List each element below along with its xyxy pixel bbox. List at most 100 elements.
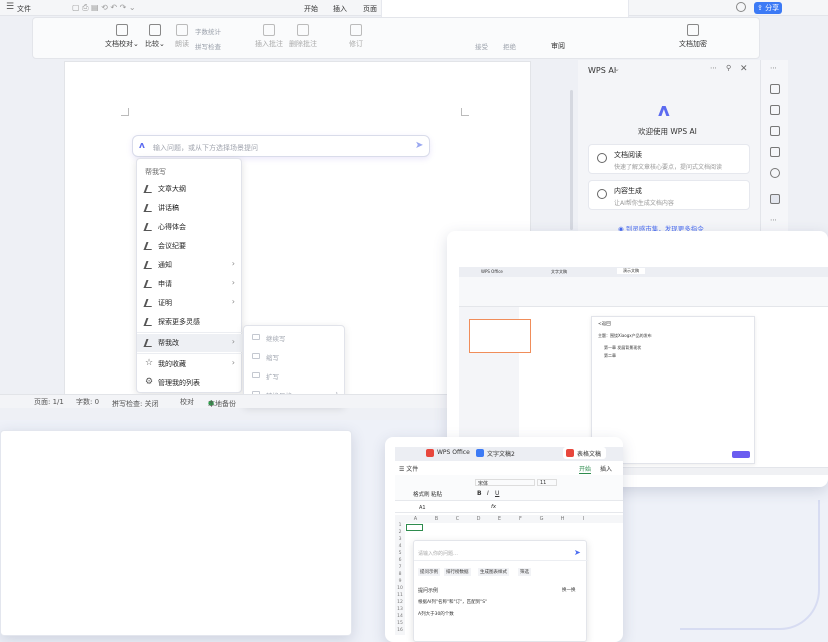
row-header[interactable]: 8: [395, 572, 405, 579]
ai-prompt-input[interactable]: ᴧ 输入问题，或从下方选择场景提问 ➤: [132, 135, 430, 157]
row-header[interactable]: 3: [395, 537, 405, 544]
row-header[interactable]: 4: [395, 544, 405, 551]
card-content-generation[interactable]: 内容生成 让AI帮你生成文档内容: [588, 180, 750, 210]
tab-presentation[interactable]: 演示文稿: [617, 268, 645, 274]
menu-item-manage-list[interactable]: ⚙ 管理我的列表: [137, 374, 243, 392]
menu-icon[interactable]: ☰: [6, 2, 14, 12]
bold-button[interactable]: B: [477, 490, 482, 497]
back-link[interactable]: <返回: [598, 321, 611, 327]
proofread-button[interactable]: 文档校对⌄: [105, 22, 139, 49]
format-painter-button[interactable]: 格式刷: [413, 490, 430, 498]
cloud-icon[interactable]: [736, 2, 746, 12]
row-header[interactable]: 6: [395, 558, 405, 565]
more-icon[interactable]: ⋯: [770, 216, 777, 224]
tab-writer[interactable]: 文字文稿: [551, 269, 567, 275]
menu-item-certificate[interactable]: 证明 ›: [137, 294, 243, 312]
reject-button[interactable]: 拒绝: [503, 41, 516, 51]
file-menu[interactable]: ☰ 文件: [399, 464, 418, 473]
menu-item-minutes[interactable]: 会议纪要: [137, 237, 243, 255]
chevron-down-icon[interactable]: ⌄: [614, 65, 620, 73]
row-header[interactable]: 14: [395, 614, 405, 621]
tab-spreadsheet[interactable]: 表格文稿: [563, 447, 607, 459]
chip[interactable]: 提问示例: [418, 568, 440, 576]
adjust-icon[interactable]: [770, 126, 780, 136]
more-icon[interactable]: ⋯: [710, 64, 717, 72]
selected-cell[interactable]: [406, 524, 423, 531]
scrollbar[interactable]: [570, 90, 573, 230]
tab-insert[interactable]: 插入: [600, 464, 612, 473]
row-header[interactable]: 12: [395, 600, 405, 607]
column-header[interactable]: F: [510, 516, 531, 522]
pin-icon[interactable]: ⚲: [726, 64, 731, 72]
tab-insert[interactable]: 插入: [333, 4, 347, 14]
pen-icon[interactable]: [770, 84, 780, 94]
row-header[interactable]: 10: [395, 586, 405, 593]
encrypt-button[interactable]: 文档加密: [679, 22, 707, 49]
font-select[interactable]: 宋体: [475, 479, 535, 487]
submenu-item-continue[interactable]: 继续写: [244, 328, 346, 346]
example-item[interactable]: 根据AI列"名称"和"订"，匹配到"S": [418, 599, 487, 605]
column-header[interactable]: C: [447, 516, 468, 522]
delete-comment-button[interactable]: 删除批注: [289, 22, 317, 49]
fx-icon[interactable]: fx: [491, 504, 496, 510]
generate-button[interactable]: [732, 451, 750, 458]
menu-item-edit-for-me[interactable]: 帮我改 ›: [137, 334, 243, 352]
card-doc-reading[interactable]: 文档阅读 快速了解文章核心要点，提问式文档阅读: [588, 144, 750, 174]
underline-button[interactable]: U: [495, 490, 499, 497]
ai-icon[interactable]: [770, 194, 780, 204]
chip[interactable]: 生成图表样式: [478, 568, 509, 576]
row-header[interactable]: 16: [395, 628, 405, 635]
tab-wps-office[interactable]: WPS Office: [423, 447, 475, 459]
column-header[interactable]: H: [552, 516, 573, 522]
submenu-item-shorten[interactable]: 缩写: [244, 347, 346, 365]
column-header[interactable]: E: [489, 516, 510, 522]
refresh-link[interactable]: 换一换: [562, 587, 576, 593]
font-size-select[interactable]: 11: [537, 479, 557, 486]
compare-button[interactable]: 比较⌄: [145, 22, 165, 49]
slide-thumbnail[interactable]: [469, 319, 531, 353]
close-icon[interactable]: ✕: [740, 64, 748, 74]
tab-page[interactable]: 页面: [363, 4, 377, 14]
cell-reference[interactable]: A1: [419, 505, 426, 511]
word-count-button[interactable]: 字数统计: [195, 26, 221, 36]
cursor-icon[interactable]: [770, 105, 780, 115]
insert-comment-button[interactable]: 插入批注: [255, 22, 283, 49]
tab-writer[interactable]: 文字文稿2: [473, 447, 520, 459]
menu-item-explore[interactable]: 探索更多灵感: [137, 313, 243, 331]
et-ai-input[interactable]: 请输入你的问题… ➤: [414, 547, 588, 561]
submenu-item-expand[interactable]: 扩写: [244, 366, 346, 384]
row-header[interactable]: 5: [395, 551, 405, 558]
send-icon[interactable]: ➤: [574, 548, 581, 557]
column-header[interactable]: A: [405, 516, 426, 522]
send-icon[interactable]: ➤: [415, 140, 423, 151]
quick-access-icons[interactable]: ▢ ⎙ ▤ ⟲ ↶ ↷ ⌄: [72, 3, 136, 13]
tab-start[interactable]: 开始: [304, 4, 318, 14]
column-header[interactable]: B: [426, 516, 447, 522]
row-header[interactable]: 7: [395, 565, 405, 572]
more-icon[interactable]: ⋯: [770, 64, 777, 72]
chip[interactable]: 筛选: [518, 568, 531, 576]
share-button[interactable]: ⇪ 分享: [754, 2, 782, 14]
tab-start[interactable]: 开始: [579, 464, 592, 474]
row-header[interactable]: 15: [395, 621, 405, 628]
row-header[interactable]: 11: [395, 593, 405, 600]
row-header[interactable]: 9: [395, 579, 405, 586]
proof-button[interactable]: 校对: [180, 397, 194, 407]
chip[interactable]: 排行榜数据: [444, 568, 471, 576]
menu-item-application[interactable]: 申请 ›: [137, 275, 243, 293]
example-item[interactable]: A列大于30的个数: [418, 611, 454, 617]
menu-item-favorites[interactable]: ☆ 我的收藏 ›: [137, 355, 243, 373]
column-header[interactable]: D: [468, 516, 489, 522]
menu-item-speech[interactable]: 讲话稿: [137, 199, 243, 217]
row-header[interactable]: 13: [395, 607, 405, 614]
history-icon[interactable]: [770, 168, 780, 178]
italic-button[interactable]: I: [487, 490, 489, 497]
menu-item-reflection[interactable]: 心得体会: [137, 218, 243, 236]
row-header[interactable]: 2: [395, 530, 405, 537]
image-icon[interactable]: [770, 147, 780, 157]
tab-wps-office[interactable]: WPS Office: [481, 269, 503, 274]
read-aloud-button[interactable]: 朗读: [175, 22, 189, 49]
row-header[interactable]: 1: [395, 523, 405, 530]
menu-item-outline[interactable]: 文章大纲: [137, 180, 243, 198]
track-changes-button[interactable]: 修订: [349, 22, 363, 49]
